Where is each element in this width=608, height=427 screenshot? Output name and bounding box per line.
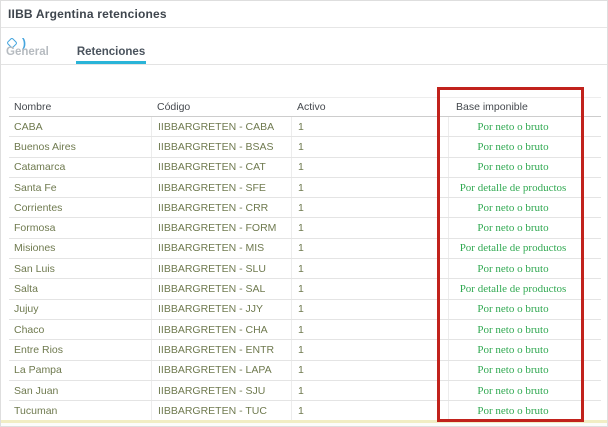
table-row[interactable]: San Luis IIBBARGRETEN - SLU 1 Por neto o… xyxy=(9,259,601,279)
cell-codigo: IIBBARGRETEN - MIS xyxy=(151,239,291,258)
cell-nombre: Entre Rios xyxy=(9,344,151,356)
cell-codigo: IIBBARGRETEN - FORM xyxy=(151,218,291,237)
column-header-base-imponible[interactable]: Base imponible xyxy=(448,101,601,113)
cell-nombre: Misiones xyxy=(9,242,151,254)
cell-nombre: Catamarca xyxy=(9,161,151,173)
table-row[interactable]: Entre Rios IIBBARGRETEN - ENTR 1 Por net… xyxy=(9,340,601,360)
cell-codigo: IIBBARGRETEN - BSAS xyxy=(151,137,291,156)
cell-base-imponible: Por neto o bruto xyxy=(448,401,601,420)
cell-codigo: IIBBARGRETEN - SLU xyxy=(151,259,291,278)
cell-nombre: Jujuy xyxy=(9,303,151,315)
table-row[interactable]: Catamarca IIBBARGRETEN - CAT 1 Por neto … xyxy=(9,158,601,178)
table-row[interactable]: Tucuman IIBBARGRETEN - TUC 1 Por neto o … xyxy=(9,401,601,421)
cell-nombre: CABA xyxy=(9,121,151,133)
tab-retenciones[interactable]: Retenciones xyxy=(76,46,146,64)
cell-nombre: San Juan xyxy=(9,385,151,397)
cell-codigo: IIBBARGRETEN - ENTR xyxy=(151,340,291,359)
cell-codigo: IIBBARGRETEN - CRR xyxy=(151,198,291,217)
tab-general[interactable]: General xyxy=(5,46,50,64)
cell-nombre: Formosa xyxy=(9,222,151,234)
cell-codigo: IIBBARGRETEN - SJU xyxy=(151,381,291,400)
cell-base-imponible: Por neto o bruto xyxy=(448,300,601,319)
table-row[interactable]: San Juan IIBBARGRETEN - SJU 1 Por neto o… xyxy=(9,381,601,401)
table-row[interactable]: Jujuy IIBBARGRETEN - JJY 1 Por neto o br… xyxy=(9,300,601,320)
tabs: General Retenciones xyxy=(5,46,146,64)
cell-nombre: Salta xyxy=(9,283,151,295)
table-row[interactable]: CABA IIBBARGRETEN - CABA 1 Por neto o br… xyxy=(9,117,601,137)
cell-nombre: Santa Fe xyxy=(9,182,151,194)
cell-base-imponible: Por neto o bruto xyxy=(448,381,601,400)
table-row[interactable]: La Pampa IIBBARGRETEN - LAPA 1 Por neto … xyxy=(9,361,601,381)
table-row[interactable]: Salta IIBBARGRETEN - SAL 1 Por detalle d… xyxy=(9,279,601,299)
cell-codigo: IIBBARGRETEN - CABA xyxy=(151,117,291,136)
cell-base-imponible: Por detalle de productos xyxy=(448,239,601,258)
cell-codigo: IIBBARGRETEN - CAT xyxy=(151,158,291,177)
cell-activo: 1 xyxy=(291,381,448,400)
cell-base-imponible: Por detalle de productos xyxy=(448,178,601,197)
cell-activo: 1 xyxy=(291,300,448,319)
cell-nombre: San Luis xyxy=(9,263,151,275)
cell-nombre: Buenos Aires xyxy=(9,141,151,153)
cell-base-imponible: Por neto o bruto xyxy=(448,320,601,339)
cell-codigo: IIBBARGRETEN - SAL xyxy=(151,279,291,298)
column-header-activo[interactable]: Activo xyxy=(291,101,448,113)
cell-codigo: IIBBARGRETEN - CHA xyxy=(151,320,291,339)
table-row[interactable]: Formosa IIBBARGRETEN - FORM 1 Por neto o… xyxy=(9,218,601,238)
cell-activo: 1 xyxy=(291,401,448,420)
cell-activo: 1 xyxy=(291,117,448,136)
cell-activo: 1 xyxy=(291,340,448,359)
cell-activo: 1 xyxy=(291,259,448,278)
cell-base-imponible: Por neto o bruto xyxy=(448,361,601,380)
cell-nombre: Chaco xyxy=(9,324,151,336)
cell-codigo: IIBBARGRETEN - SFE xyxy=(151,178,291,197)
app-window: IIBB Argentina retenciones ) General Ret… xyxy=(0,0,608,427)
cell-nombre: Tucuman xyxy=(9,405,151,417)
table-body: CABA IIBBARGRETEN - CABA 1 Por neto o br… xyxy=(9,117,601,421)
cell-codigo: IIBBARGRETEN - JJY xyxy=(151,300,291,319)
cell-activo: 1 xyxy=(291,137,448,156)
cell-base-imponible: Por neto o bruto xyxy=(448,340,601,359)
cell-base-imponible: Por neto o bruto xyxy=(448,137,601,156)
cell-base-imponible: Por neto o bruto xyxy=(448,117,601,136)
table-row[interactable]: Misiones IIBBARGRETEN - MIS 1 Por detall… xyxy=(9,239,601,259)
cell-activo: 1 xyxy=(291,158,448,177)
cell-nombre: La Pampa xyxy=(9,364,151,376)
cell-base-imponible: Por neto o bruto xyxy=(448,259,601,278)
table-row[interactable]: Santa Fe IIBBARGRETEN - SFE 1 Por detall… xyxy=(9,178,601,198)
cell-activo: 1 xyxy=(291,279,448,298)
cell-base-imponible: Por neto o bruto xyxy=(448,218,601,237)
column-header-codigo[interactable]: Código xyxy=(151,101,291,113)
cell-activo: 1 xyxy=(291,361,448,380)
table-row[interactable]: Corrientes IIBBARGRETEN - CRR 1 Por neto… xyxy=(9,198,601,218)
cell-activo: 1 xyxy=(291,198,448,217)
table-row[interactable]: Buenos Aires IIBBARGRETEN - BSAS 1 Por n… xyxy=(9,137,601,157)
cell-activo: 1 xyxy=(291,320,448,339)
retenciones-table: Nombre Código Activo Base imponible CABA… xyxy=(9,97,601,421)
cell-activo: 1 xyxy=(291,239,448,258)
cell-base-imponible: Por neto o bruto xyxy=(448,158,601,177)
column-header-nombre[interactable]: Nombre xyxy=(9,101,151,113)
bottom-margin xyxy=(1,423,607,426)
cell-codigo: IIBBARGRETEN - TUC xyxy=(151,401,291,420)
cell-codigo: IIBBARGRETEN - LAPA xyxy=(151,361,291,380)
cell-base-imponible: Por neto o bruto xyxy=(448,198,601,217)
table-header-row: Nombre Código Activo Base imponible xyxy=(9,97,601,117)
form-titlebar: IIBB Argentina retenciones xyxy=(1,1,607,28)
cell-activo: 1 xyxy=(291,218,448,237)
cell-activo: 1 xyxy=(291,178,448,197)
table-row[interactable]: Chaco IIBBARGRETEN - CHA 1 Por neto o br… xyxy=(9,320,601,340)
page-title: IIBB Argentina retenciones xyxy=(8,7,167,21)
tab-bar: ) General Retenciones xyxy=(1,28,607,65)
cell-base-imponible: Por detalle de productos xyxy=(448,279,601,298)
cell-nombre: Corrientes xyxy=(9,202,151,214)
